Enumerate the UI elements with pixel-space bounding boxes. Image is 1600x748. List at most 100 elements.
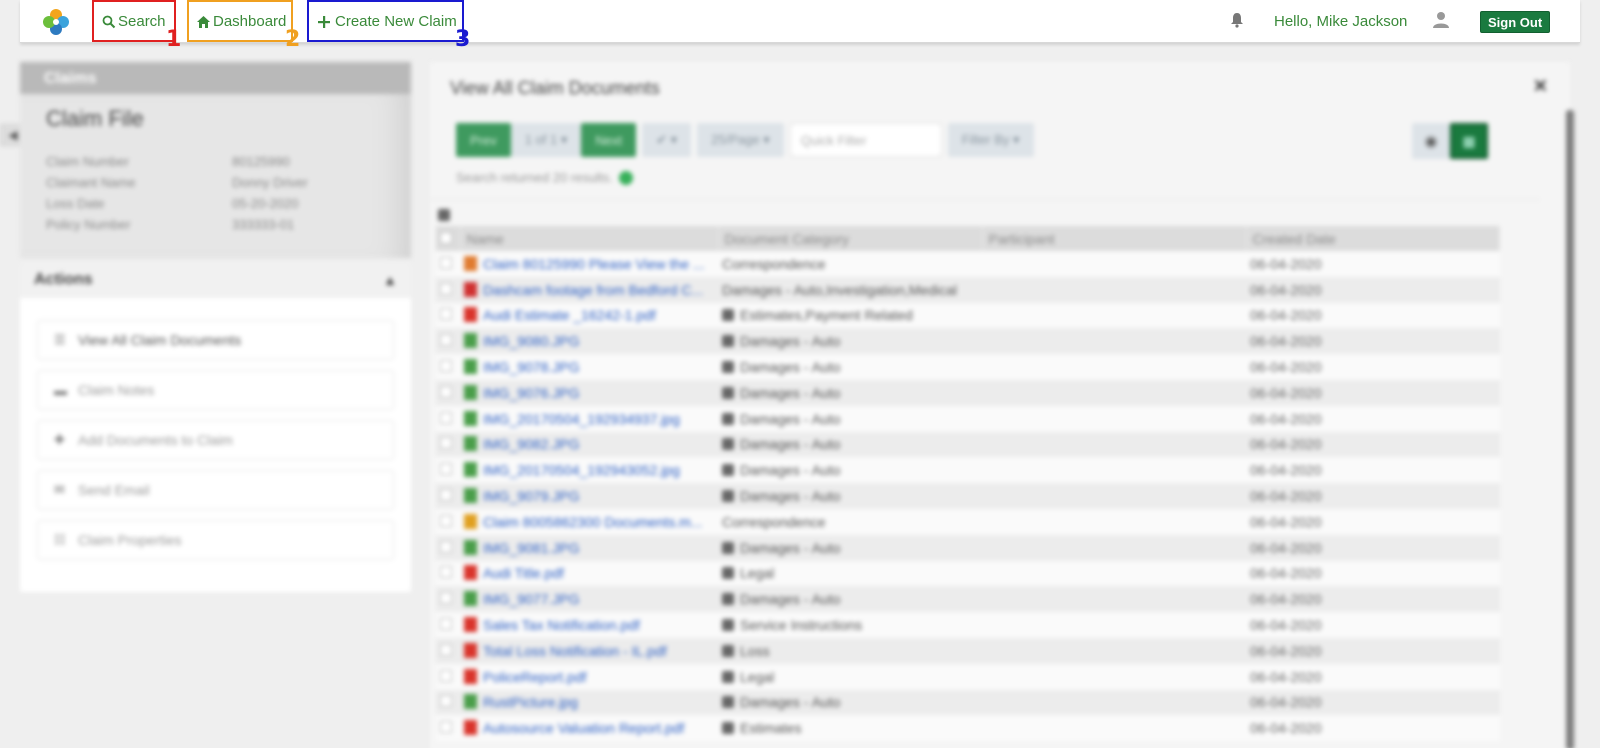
row-checkbox[interactable] (440, 334, 452, 347)
claim-notes-button[interactable]: ▬ Claim Notes (37, 370, 394, 410)
copy-icon[interactable] (722, 541, 734, 554)
table-row[interactable]: Total Loss Notification - IL.pdf Loss 06-0… (436, 637, 1500, 664)
table-row[interactable]: IMG_9080.JPG Damages - Auto 06-04-2020 (436, 328, 1500, 355)
table-row[interactable]: IMG_9077.JPG Damages - Auto 06-04-2020 (436, 586, 1500, 613)
row-checkbox[interactable] (440, 282, 452, 295)
close-icon[interactable]: ✕ (1533, 76, 1548, 97)
document-name-link[interactable]: IMG_9078.JPG (483, 359, 580, 375)
row-checkbox[interactable] (440, 489, 452, 502)
table-row[interactable]: Audi Estimate _16242-1.pdf Estimates,Paym… (436, 302, 1500, 329)
document-name-link[interactable]: Audi Estimate _16242-1.pdf (483, 307, 656, 323)
table-row[interactable]: IMG_9079.JPG Damages - Auto 06-04-2020 (436, 483, 1500, 509)
table-row[interactable]: Autosource Valuation Report.pdf Estimates… (436, 715, 1500, 742)
copy-icon[interactable] (722, 412, 734, 425)
table-row[interactable]: IMG_9076.JPG Damages - Auto 06-04-2020 (436, 379, 1500, 406)
document-name-link[interactable]: Audi Title.pdf (483, 565, 564, 581)
row-checkbox[interactable] (440, 721, 452, 734)
filter-by-dropdown[interactable]: Filter By ▾ (947, 123, 1034, 157)
row-checkbox[interactable] (440, 695, 452, 708)
table-row[interactable]: Dashcam footage from Bedford C... Damages… (436, 276, 1500, 303)
table-row[interactable]: IMG_20170504_192934937.jpg Damages - Auto… (436, 405, 1500, 432)
send-email-button[interactable]: ✉ Send Email (37, 470, 394, 510)
document-name-link[interactable]: Claim 8005862300 Documents.m... (483, 514, 702, 530)
copy-icon[interactable] (722, 464, 734, 477)
document-name-link[interactable]: Claim 80125990 Please View the ... (483, 256, 705, 272)
copy-icon[interactable] (722, 722, 734, 735)
copy-icon[interactable] (722, 490, 734, 503)
row-checkbox[interactable] (440, 592, 452, 605)
row-checkbox[interactable] (440, 308, 452, 321)
row-checkbox[interactable] (440, 256, 452, 269)
table-row[interactable]: IMG_9081.JPG Damages - Auto 06-04-2020 (436, 534, 1500, 561)
copy-icon[interactable] (722, 644, 734, 657)
row-checkbox[interactable] (440, 463, 452, 476)
row-checkbox[interactable] (440, 411, 452, 424)
table-row[interactable]: IMG_9078.JPG Damages - Auto 06-04-2020 (436, 354, 1500, 380)
row-checkbox[interactable] (440, 437, 452, 450)
copy-icon[interactable] (722, 361, 734, 374)
vertical-scrollbar[interactable] (1566, 110, 1574, 748)
document-name-link[interactable]: Autosource Valuation Report.pdf (483, 720, 684, 736)
row-checkbox[interactable] (440, 669, 452, 682)
document-name-link[interactable]: Dashcam footage from Bedford C... (483, 282, 703, 298)
document-name-link[interactable]: IMG_9082.JPG (483, 436, 580, 452)
per-page-dropdown[interactable]: 25/Page ▾ (697, 123, 784, 157)
user-icon[interactable] (1433, 11, 1449, 29)
claim-properties-button[interactable]: ☷ Claim Properties (37, 520, 394, 560)
copy-icon[interactable] (722, 670, 734, 683)
quick-filter-input[interactable]: Quick Filter (789, 123, 942, 157)
column-header-participant[interactable]: Participant (982, 226, 1247, 251)
table-settings-icon[interactable] (438, 209, 450, 221)
sign-out-button[interactable]: Sign Out (1480, 11, 1551, 33)
column-header-created-date[interactable]: Created Date (1246, 226, 1500, 251)
actions-header[interactable]: Actions ▲ (20, 262, 411, 298)
document-name-link[interactable]: PoliceReport.pdf (483, 669, 587, 685)
row-checkbox[interactable] (440, 540, 452, 553)
row-checkbox[interactable] (440, 566, 452, 579)
document-name-link[interactable]: RustPicture.jpg (483, 694, 578, 710)
table-row[interactable]: IMG_9082.JPG Damages - Auto 06-04-2020 (436, 431, 1500, 458)
row-checkbox[interactable] (440, 360, 452, 373)
copy-icon[interactable] (722, 335, 734, 348)
copy-icon[interactable] (722, 567, 734, 580)
select-dropdown[interactable]: ✔ ▾ (642, 123, 692, 157)
column-header-name[interactable]: Name (460, 226, 719, 251)
next-page-button[interactable]: Next (581, 123, 637, 157)
document-name-link[interactable]: IMG_9076.JPG (483, 385, 580, 401)
row-checkbox[interactable] (440, 618, 452, 631)
table-view-button[interactable]: ▦ (1450, 123, 1488, 159)
table-row[interactable]: Claim 80125990 Please View the ... Corres… (436, 251, 1500, 277)
table-row[interactable]: Audi Title.pdf Legal 06-04-2020 (436, 560, 1500, 587)
document-name-link[interactable]: Sales Tax Notification.pdf (483, 617, 640, 633)
info-icon[interactable] (618, 170, 633, 185)
page-selector[interactable]: 1 of 1 ▾ (510, 123, 582, 157)
document-name-link[interactable]: IMG_9077.JPG (483, 591, 580, 607)
copy-icon[interactable] (722, 438, 734, 451)
table-row[interactable]: PoliceReport.pdf Legal 06-04-2020 (436, 663, 1500, 690)
column-header-category[interactable]: Document Category (718, 226, 983, 251)
copy-icon[interactable] (722, 696, 734, 709)
copy-icon[interactable] (722, 619, 734, 632)
chevron-up-icon[interactable]: ▲ (383, 272, 397, 288)
table-row[interactable]: RustPicture.jpg Damages - Auto 06-04-2020 (436, 689, 1500, 716)
row-checkbox[interactable] (440, 514, 452, 527)
document-name-link[interactable]: Total Loss Notification - IL.pdf (483, 643, 667, 659)
document-name-link[interactable]: IMG_9079.JPG (483, 488, 580, 504)
document-name-link[interactable]: IMG_9080.JPG (483, 333, 580, 349)
table-row[interactable]: Sales Tax Notification.pdf Service Instru… (436, 612, 1500, 638)
document-name-link[interactable]: IMG_20170504_192934937.jpg (483, 411, 680, 427)
table-row[interactable]: IMG_20170504_192943052.jpg Damages - Auto… (436, 457, 1500, 484)
copy-icon[interactable] (722, 309, 734, 322)
document-name-link[interactable]: IMG_9081.JPG (483, 540, 580, 556)
row-checkbox[interactable] (440, 385, 452, 398)
table-row[interactable]: Claim 8005862300 Documents.m... Correspon… (436, 508, 1500, 535)
select-all-checkbox[interactable] (440, 231, 452, 244)
camera-button[interactable]: ◉ (1412, 123, 1450, 159)
add-documents-button[interactable]: ✚ Add Documents to Claim (37, 420, 394, 460)
prev-page-button[interactable]: Prev (456, 123, 511, 157)
copy-icon[interactable] (722, 593, 734, 606)
view-all-documents-button[interactable]: ☰ View All Claim Documents (37, 320, 394, 360)
document-name-link[interactable]: IMG_20170504_192943052.jpg (483, 462, 680, 478)
row-checkbox[interactable] (440, 643, 452, 656)
app-logo-icon[interactable] (40, 6, 72, 38)
